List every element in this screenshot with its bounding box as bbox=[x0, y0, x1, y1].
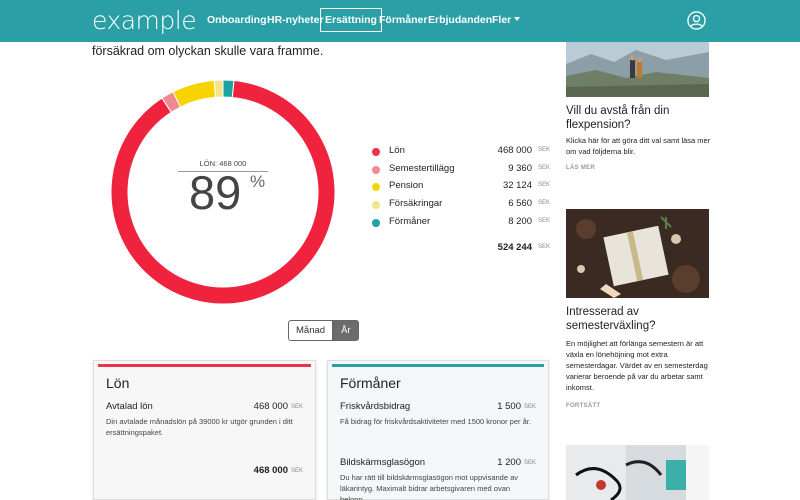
article-body: Klicka här för att göra ditt val samt lä… bbox=[566, 136, 711, 156]
legend-label: Semestertillägg bbox=[389, 163, 455, 174]
nav-item-fler-label: Fler bbox=[492, 14, 512, 26]
article-title[interactable]: Vill du avstå från din flexpension? bbox=[566, 104, 716, 132]
legend-value: 9 360 bbox=[508, 163, 532, 174]
article-link-fortsatt[interactable]: FORTSÄTT bbox=[566, 403, 600, 409]
card-total-unit: SEK bbox=[290, 468, 303, 474]
card-lon: Lön Avtalad lön 468 000 SEK Din avtalade… bbox=[93, 360, 316, 500]
card-formaner: Förmåner Friskvårdsbidrag 1 500 SEK Få b… bbox=[327, 360, 549, 500]
intro-text: försäkrad om olyckan skulle vara framme. bbox=[92, 44, 324, 58]
legend-total-unit: SEK bbox=[537, 244, 550, 250]
legend-value: 8 200 bbox=[508, 216, 532, 227]
chevron-down-icon bbox=[514, 17, 521, 21]
legend-label: Pension bbox=[389, 180, 424, 191]
legend-unit: SEK bbox=[537, 182, 550, 188]
donut-slice-försäkringar bbox=[213, 80, 224, 98]
nav-item-ersattning[interactable]: Ersättning bbox=[320, 8, 382, 32]
legend-unit: SEK bbox=[537, 218, 550, 224]
card-item-label: Bildskärmsglasögon bbox=[340, 457, 426, 468]
mountain-couple-photo[interactable] bbox=[566, 42, 709, 97]
legend-label: Lön bbox=[389, 145, 405, 156]
card-item-label: Avtalad lön bbox=[106, 401, 153, 412]
legend-dot bbox=[372, 201, 380, 209]
card-accent-bar bbox=[332, 364, 544, 367]
card-item-unit: SEK bbox=[290, 404, 303, 410]
legend-dot bbox=[372, 219, 380, 227]
donut-percent-sign: % bbox=[250, 172, 266, 191]
toggle-ar-button[interactable]: År bbox=[333, 320, 359, 341]
legend-unit: SEK bbox=[537, 200, 550, 206]
nav-item-onboarding[interactable]: Onboarding bbox=[207, 14, 267, 26]
donut-slice-pension bbox=[172, 80, 217, 108]
toggle-manad-button[interactable]: Månad bbox=[288, 320, 334, 341]
card-item-label: Friskvårdsbidrag bbox=[340, 401, 411, 412]
card-item-value: 1 200 bbox=[497, 457, 521, 468]
period-toggle: Månad År bbox=[288, 320, 359, 341]
card-item-value: 468 000 bbox=[253, 401, 288, 412]
brand-logo[interactable]: example bbox=[92, 6, 197, 35]
top-navbar: example Onboarding HR-nyheter Ersättning… bbox=[0, 0, 800, 42]
legend-label: Försäkringar bbox=[389, 198, 443, 209]
legend-item-pension: Pension 32 124 SEK bbox=[372, 180, 550, 194]
card-total-value: 468 000 bbox=[253, 465, 288, 476]
legend-unit: SEK bbox=[537, 147, 550, 153]
legend-label: Förmåner bbox=[389, 216, 431, 227]
nav-item-fler-dropdown[interactable]: Fler bbox=[492, 14, 521, 26]
user-account-icon[interactable] bbox=[687, 11, 706, 30]
article-title[interactable]: Intresserad av semesterväxling? bbox=[566, 305, 716, 333]
card-title: Förmåner bbox=[340, 375, 401, 391]
legend-dot bbox=[372, 148, 380, 156]
card-item-unit: SEK bbox=[523, 460, 536, 466]
legend-item-formaner: Förmåner 8 200 SEK bbox=[372, 216, 550, 230]
nav-item-erbjudanden[interactable]: Erbjudanden bbox=[428, 14, 492, 26]
gift-box-photo[interactable] bbox=[566, 209, 709, 298]
card-item-unit: SEK bbox=[523, 404, 536, 410]
card-item-desc: Få bidrag för friskvårdsaktiviteter med … bbox=[340, 417, 531, 426]
legend-unit: SEK bbox=[537, 165, 550, 171]
nav-item-hr-nyheter[interactable]: HR-nyheter bbox=[267, 14, 324, 26]
legend-dot bbox=[372, 183, 380, 191]
legend-item-forsakringar: Försäkringar 6 560 SEK bbox=[372, 198, 550, 212]
card-title: Lön bbox=[106, 375, 130, 391]
article-body: En möjlighet att förlänga semestern är a… bbox=[566, 339, 708, 392]
legend-value: 6 560 bbox=[508, 198, 532, 209]
nav-item-formaner[interactable]: Förmåner bbox=[379, 14, 427, 26]
article-link-las-mer[interactable]: LÄS MER bbox=[566, 165, 595, 171]
legend-item-semestertillagg: Semestertillägg 9 360 SEK bbox=[372, 163, 550, 177]
legend-value: 32 124 bbox=[502, 180, 532, 191]
card-item-desc: Du har rätt till bildskärmsglasögon mot … bbox=[340, 473, 519, 500]
legend-dot bbox=[372, 166, 380, 174]
doctor-stethoscope-photo[interactable] bbox=[566, 445, 709, 500]
legend-total: 524 244 SEK bbox=[372, 242, 550, 256]
legend-total-value: 524 244 bbox=[497, 242, 532, 253]
legend-item-lon: Lön 468 000 SEK bbox=[372, 145, 550, 159]
card-accent-bar bbox=[98, 364, 311, 367]
donut-center-percent: 89 bbox=[189, 166, 242, 219]
card-item-value: 1 500 bbox=[497, 401, 521, 412]
card-item-desc: Din avtalade månadslön på 39000 kr utgör… bbox=[106, 417, 293, 437]
legend-value: 468 000 bbox=[497, 145, 532, 156]
